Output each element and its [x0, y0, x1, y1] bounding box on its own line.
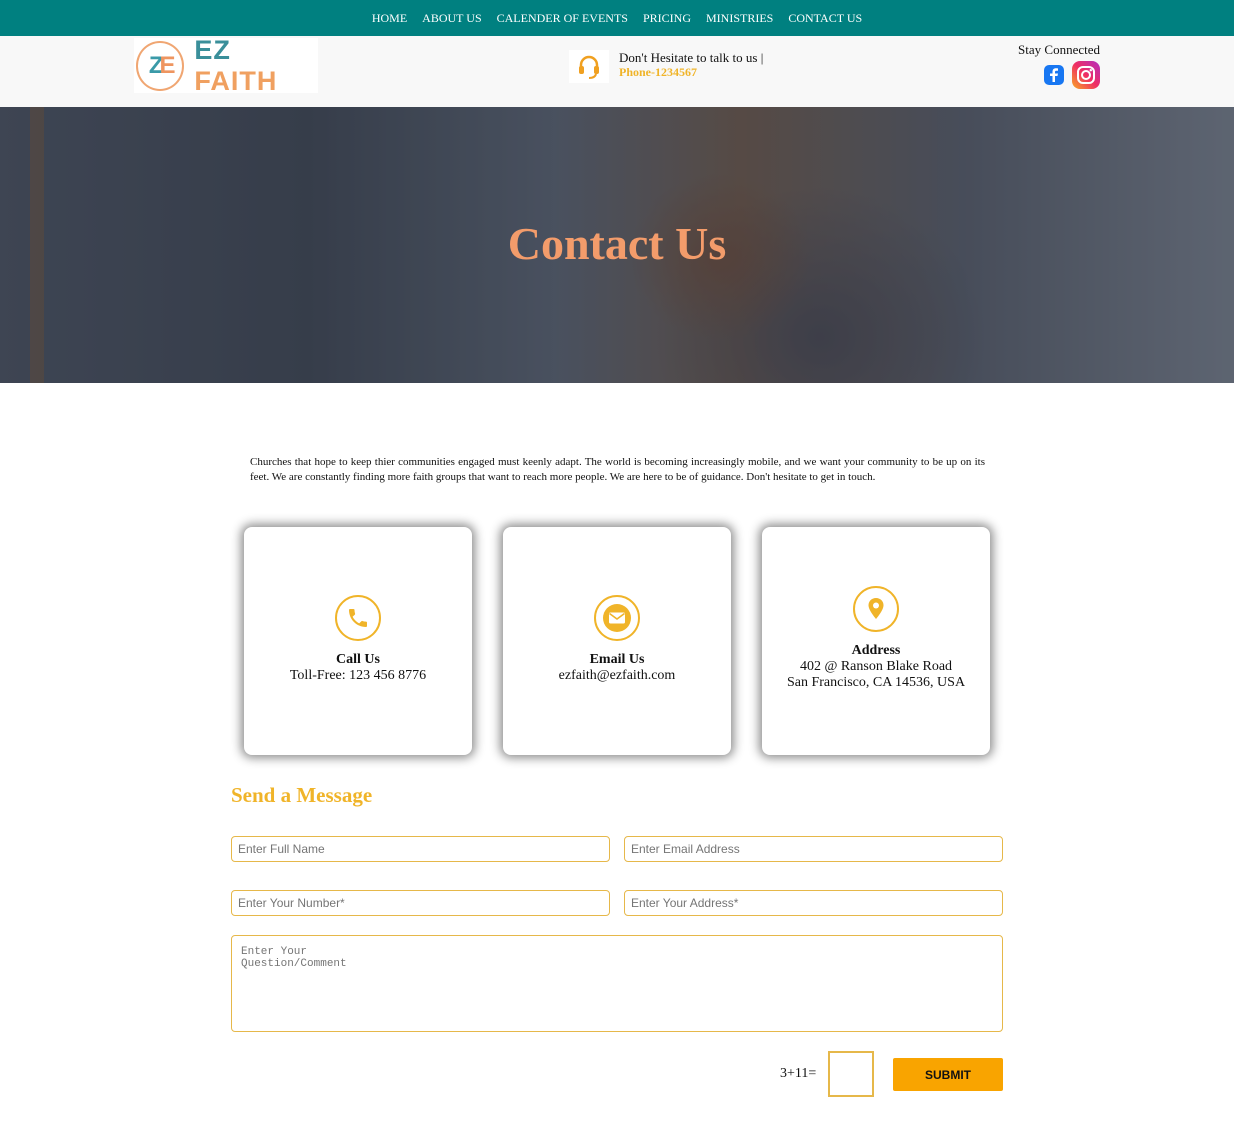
nav-pricing[interactable]: PRICING: [643, 11, 691, 26]
address-card: Address 402 @ Ranson Blake Road San Fran…: [762, 527, 990, 755]
phone-icon: [335, 595, 381, 641]
email-us-address[interactable]: ezfaith@ezfaith.com: [503, 668, 731, 684]
full-name-input[interactable]: [231, 836, 610, 862]
address-line-2: San Francisco, CA 14536, USA: [786, 675, 966, 690]
site-logo[interactable]: ZE EZ FAITH: [134, 35, 318, 96]
site-header: ZE EZ FAITH Don't Hesitate to talk to us…: [0, 35, 1234, 107]
nav-calender-of-events[interactable]: CALENDER OF EVENTS: [497, 11, 628, 26]
nav-about-us[interactable]: ABOUT US: [422, 11, 481, 26]
call-us-number[interactable]: Toll-Free: 123 456 8776: [244, 668, 472, 684]
email-input[interactable]: [624, 836, 1003, 862]
call-us-card: Call Us Toll-Free: 123 456 8776: [244, 527, 472, 755]
instagram-icon[interactable]: [1072, 61, 1100, 89]
intro-paragraph: Churches that hope to keep thier communi…: [250, 456, 985, 483]
send-message-title: Send a Message: [231, 783, 373, 807]
facebook-icon[interactable]: [1044, 65, 1064, 85]
headset-icon: [569, 50, 609, 83]
submit-button[interactable]: SUBMIT: [893, 1058, 1003, 1091]
hesitate-text: Don't Hesitate to talk to us |: [619, 50, 764, 65]
logo-text: EZ FAITH: [194, 35, 318, 97]
top-nav: HOME ABOUT US CALENDER OF EVENTS PRICING…: [0, 0, 1234, 36]
page-title: Contact Us: [507, 218, 727, 269]
address-input[interactable]: [624, 890, 1003, 916]
header-contact: Don't Hesitate to talk to us | Phone-123…: [569, 50, 763, 83]
captcha-question: 3+11=: [780, 1066, 817, 1081]
phone-number[interactable]: Phone-1234567: [619, 65, 763, 80]
nav-contact-us[interactable]: CONTACT US: [788, 11, 862, 26]
nav-ministries[interactable]: MINISTRIES: [706, 11, 773, 26]
address-line-1: 402 @ Ranson Blake Road: [799, 659, 953, 674]
nav-home[interactable]: HOME: [372, 11, 407, 26]
hero-banner: Contact Us: [0, 107, 1234, 383]
stay-connected: Stay Connected: [1018, 42, 1100, 89]
address-title: Address: [851, 643, 901, 658]
envelope-icon: [594, 595, 640, 641]
call-us-title: Call Us: [336, 652, 380, 667]
logo-text-faith: FAITH: [194, 65, 278, 96]
email-us-title: Email Us: [589, 652, 645, 667]
phone-number-input[interactable]: [231, 890, 610, 916]
logo-mark-icon: ZE: [136, 40, 185, 91]
stay-connected-label: Stay Connected: [1018, 42, 1100, 57]
captcha-input[interactable]: [828, 1051, 874, 1097]
location-pin-icon: [853, 586, 899, 632]
email-us-card: Email Us ezfaith@ezfaith.com: [503, 527, 731, 755]
logo-text-ez: EZ: [194, 34, 231, 65]
comment-textarea[interactable]: [231, 935, 1003, 1032]
